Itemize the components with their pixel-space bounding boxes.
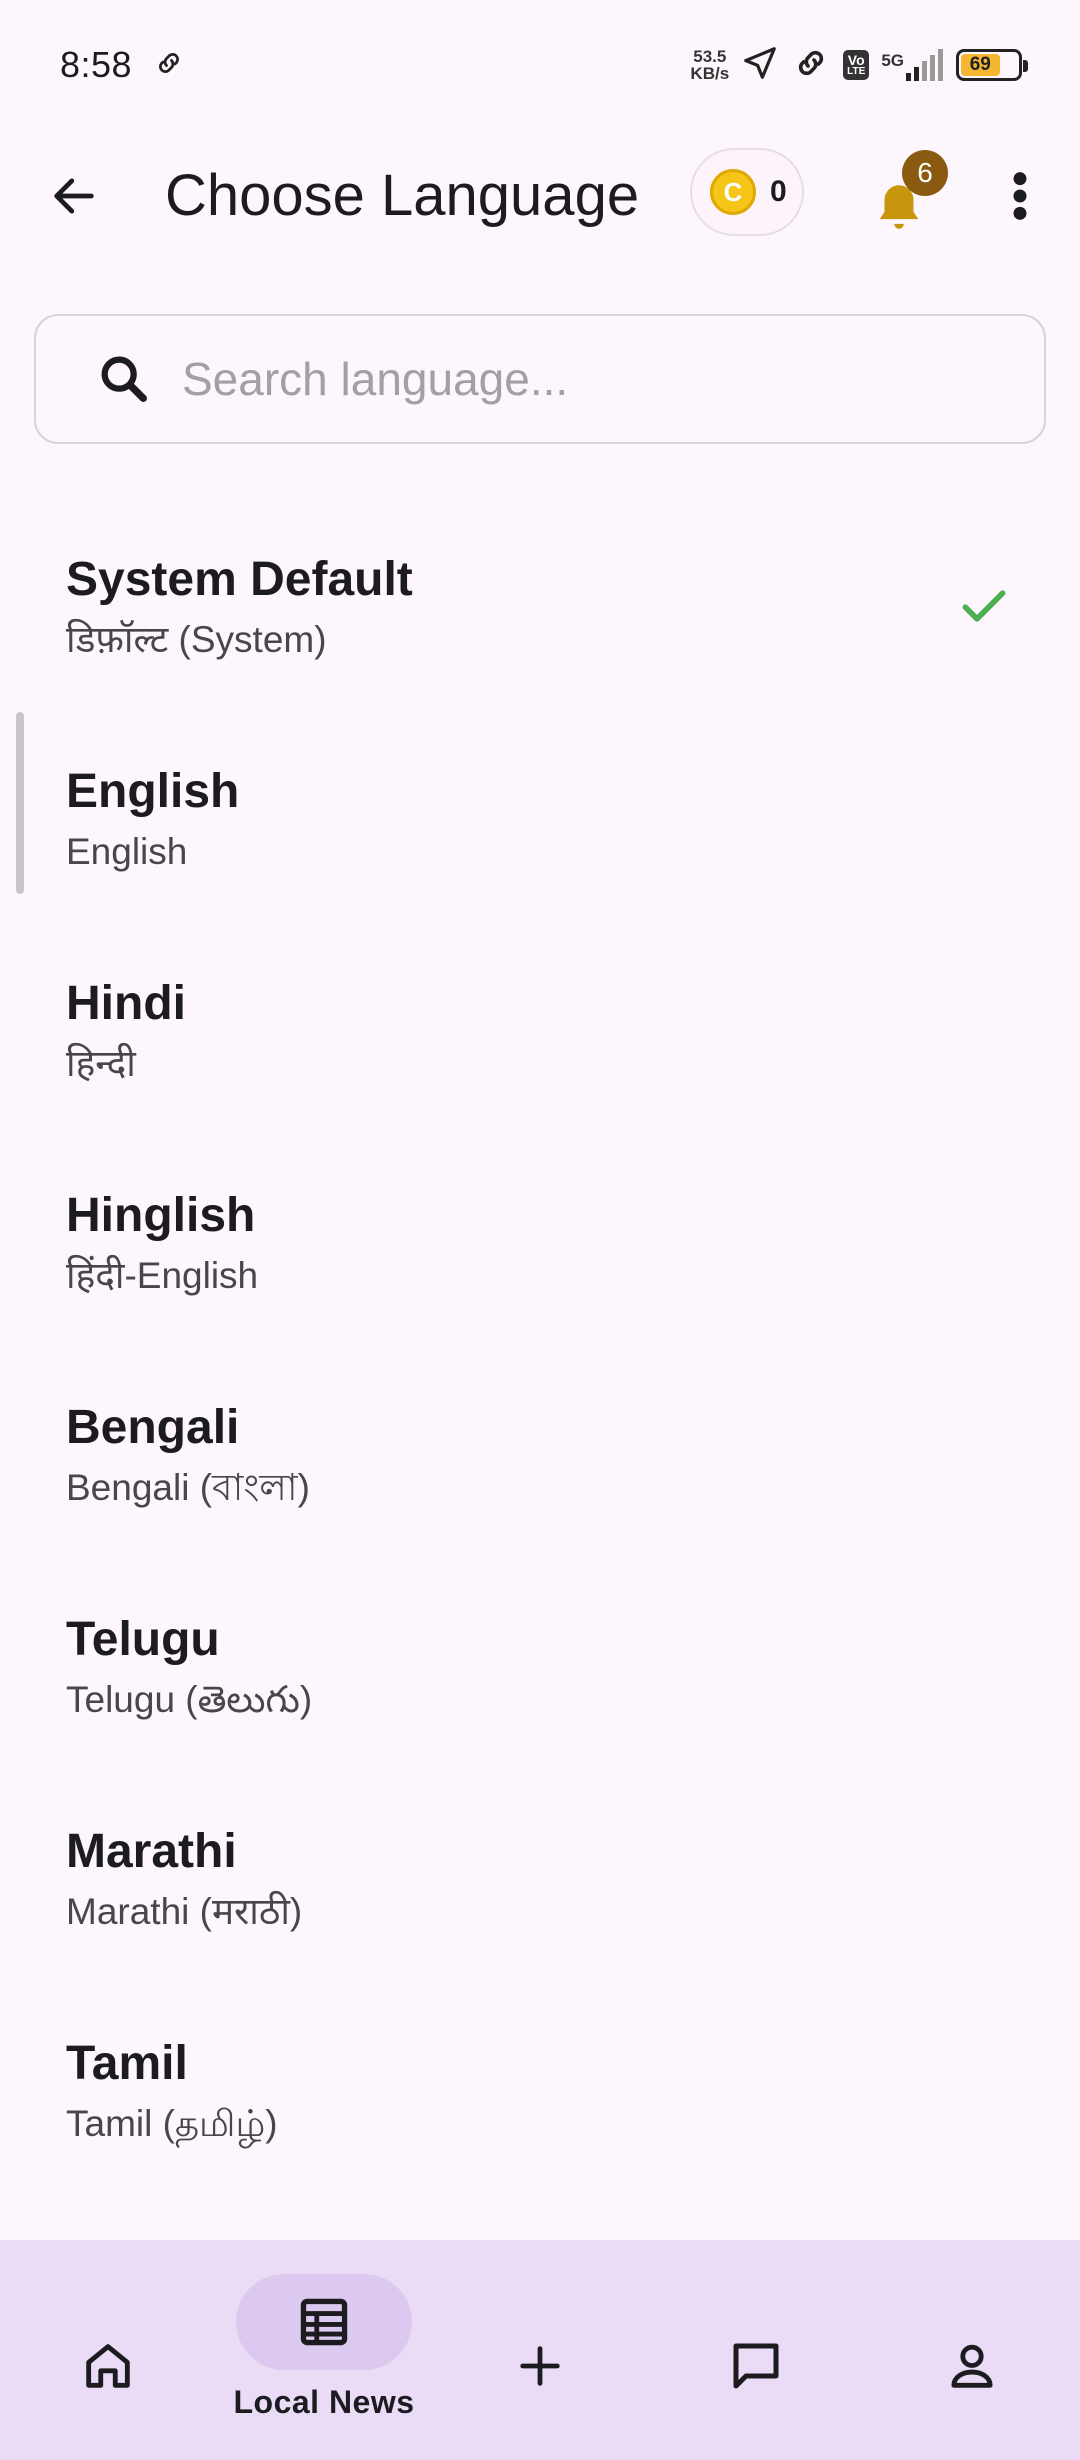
language-name: Marathi [66,1825,237,1878]
battery-icon: 69 [956,49,1028,81]
language-item-english[interactable]: English English [0,712,1080,924]
status-bar: 8:58 53.5 KB/s Vo LTE 5G 69 [0,0,1080,130]
nav-label: Local News [233,2384,415,2420]
language-native-name: English [66,831,188,872]
arrow-left-icon [54,178,94,214]
language-native-name: Bengali (বাংলা) [66,1467,310,1508]
volte-icon: Vo LTE [843,50,870,80]
news-icon [300,2298,348,2346]
coin-balance-chip[interactable]: C 0 [690,148,804,236]
language-item-bengali[interactable]: Bengali Bengali (বাংলা) [0,1348,1080,1560]
nav-create[interactable] [432,2240,648,2460]
language-name: System Default [66,553,413,606]
language-item-hinglish[interactable]: Hinglish हिंदी-English [0,1136,1080,1348]
home-icon [86,2344,130,2388]
location-icon [741,44,779,87]
notification-badge: 6 [902,150,948,196]
check-icon [962,590,1006,622]
language-name: Telugu [66,1613,220,1666]
page-title: Choose Language [165,163,640,228]
language-list: System Default डिफ़ॉल्ट (System) English… [0,500,1080,2196]
language-item-tamil[interactable]: Tamil Tamil (தமிழ்) [0,1984,1080,2196]
language-native-name: डिफ़ॉल्ट (System) [66,619,327,660]
language-name: Hinglish [66,1189,256,1242]
app-bar: Choose Language C 0 6 [0,130,1080,260]
back-button[interactable] [38,160,110,232]
nav-home[interactable] [0,2240,216,2460]
language-item-marathi[interactable]: Marathi Marathi (मराठी) [0,1772,1080,1984]
plus-icon [520,2346,560,2386]
more-vert-icon [1013,172,1027,220]
search-box [34,314,1046,444]
language-native-name: Marathi (मराठी) [66,1891,303,1932]
nav-chat[interactable] [648,2240,864,2460]
language-item-hindi[interactable]: Hindi हिन्दी [0,924,1080,1136]
chat-icon [733,2343,779,2389]
nav-profile[interactable] [864,2240,1080,2460]
notifications-button[interactable]: 6 [870,150,950,240]
language-item-telugu[interactable]: Telugu Telugu (తెలుగు) [0,1560,1080,1772]
language-item-system-default[interactable]: System Default डिफ़ॉल्ट (System) [0,500,1080,712]
language-name: Tamil [66,2037,188,2090]
hotspot-link-icon [791,45,831,86]
language-native-name: हिंदी-English [66,1255,259,1296]
language-native-name: Tamil (தமிழ்) [66,2103,278,2144]
link-icon [154,48,184,83]
coin-count: 0 [770,175,787,208]
coin-icon: C [710,169,756,215]
language-name: English [66,765,240,818]
battery-level: 69 [961,54,1000,76]
search-input[interactable] [182,352,982,406]
more-options-button[interactable] [1000,160,1040,232]
nav-local-news[interactable]: Local News [216,2240,432,2460]
language-native-name: हिन्दी [66,1043,136,1084]
bottom-navigation: Local News [0,2240,1080,2460]
language-native-name: Telugu (తెలుగు) [66,1679,313,1720]
search-icon [94,349,154,409]
signal-icon: 5G [881,49,944,81]
language-name: Bengali [66,1401,240,1454]
network-speed: 53.5 KB/s [690,47,730,83]
status-time: 8:58 [60,44,133,85]
language-name: Hindi [66,977,186,1030]
profile-icon [951,2344,993,2388]
